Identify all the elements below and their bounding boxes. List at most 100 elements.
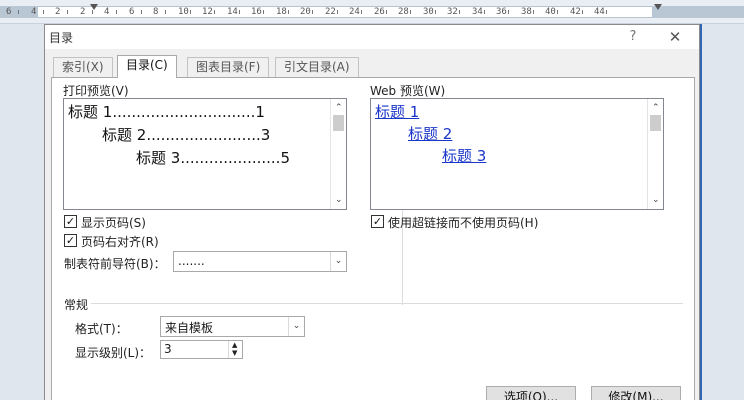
show-page-numbers-label: 显示页码(S)	[81, 216, 146, 230]
ruler-tick	[557, 10, 558, 14]
general-heading: 常规	[64, 298, 89, 312]
scroll-down-icon[interactable]: ⌄	[652, 195, 660, 205]
tab-index[interactable]: 索引(X)	[53, 57, 113, 77]
dialog-title: 目录	[49, 31, 74, 45]
print-preview-line-2: 标题 2........................3	[102, 126, 271, 144]
ruler: 6 4 2 2 4 6 8 10 12 14 16 18 20 22 24 26 28 30 32 34 36 38 40 4…	[0, 0, 744, 24]
ruler-tick	[190, 10, 191, 14]
tab-figure-list[interactable]: 图表目录(F)	[187, 57, 270, 77]
tab-leader-value: .......	[178, 254, 205, 268]
ruler-number: 14	[227, 7, 238, 17]
ruler-number: 36	[496, 7, 507, 17]
scroll-up-icon[interactable]: ⌃	[652, 103, 660, 113]
ruler-tick	[337, 10, 338, 14]
ruler-number: 6	[129, 7, 135, 17]
ruler-tick	[239, 10, 240, 14]
ruler-tick	[141, 10, 142, 14]
close-button[interactable]: ✕	[665, 27, 685, 47]
ruler-tick	[214, 10, 215, 14]
ruler-number: 32	[447, 7, 458, 17]
ruler-tick	[361, 10, 362, 14]
ruler-number: 38	[521, 7, 532, 17]
stepper-down-icon[interactable]: ▼	[232, 350, 237, 357]
print-preview-scrollbar[interactable]: ⌃ ⌄	[330, 99, 346, 209]
ruler-number: 24	[349, 7, 360, 17]
stepper-arrows[interactable]: ▲ ▼	[228, 341, 242, 358]
levels-value: 3	[164, 342, 172, 356]
ruler-tick	[435, 10, 436, 14]
web-preview-scrollbar[interactable]: ⌃ ⌄	[647, 99, 663, 209]
tab-leader-select[interactable]: ....... ⌄	[173, 251, 347, 272]
web-preview-link-3[interactable]: 标题 3	[442, 145, 486, 166]
ruler-tick	[386, 10, 387, 14]
tab-toc[interactable]: 目录(C)	[117, 55, 177, 78]
ruler-tick	[533, 10, 534, 14]
web-preview-label: Web 预览(W)	[370, 84, 446, 98]
ruler-number: 20	[300, 7, 311, 17]
ruler-tick	[312, 10, 313, 14]
ruler-number: 10	[178, 7, 189, 17]
chevron-down-icon[interactable]: ⌄	[288, 317, 304, 336]
ruler-number: 12	[202, 7, 213, 17]
ruler-tick	[288, 10, 289, 14]
ruler-tick	[43, 10, 44, 14]
ruler-margin-right	[652, 6, 744, 18]
print-preview-line-1: 标题 1..............................1	[68, 103, 265, 121]
stepper-up-icon[interactable]: ▲	[232, 342, 237, 349]
web-preview-box: 标题 1 标题 2 标题 3 ⌃ ⌄	[370, 98, 664, 210]
general-group-line	[91, 303, 683, 304]
ruler-tick	[18, 10, 19, 14]
format-select[interactable]: 来自模板 ⌄	[160, 316, 305, 337]
web-preview-link-1[interactable]: 标题 1	[375, 101, 419, 122]
use-hyperlinks-checkbox[interactable]: ✓	[371, 215, 384, 228]
ruler-number: 2	[55, 7, 61, 17]
document-area-right	[700, 24, 744, 400]
levels-stepper[interactable]: 3 ▲ ▼	[160, 340, 243, 359]
ruler-number: 4	[31, 7, 37, 17]
scroll-thumb[interactable]	[650, 115, 661, 131]
ruler-number: 6	[6, 7, 12, 17]
scroll-up-icon[interactable]: ⌃	[335, 103, 343, 113]
show-page-numbers-checkbox[interactable]: ✓	[64, 215, 77, 228]
print-preview-box: 标题 1..............................1 标题 2…	[63, 98, 347, 210]
ruler-number: 2	[80, 7, 86, 17]
ruler-number: 22	[325, 7, 336, 17]
document-area-left	[0, 24, 44, 400]
first-line-indent-marker[interactable]	[90, 4, 98, 10]
ruler-tick	[67, 10, 68, 14]
format-label: 格式(T)：	[75, 322, 128, 336]
ruler-number: 28	[398, 7, 409, 17]
ruler-tick	[165, 10, 166, 14]
ruler-tick	[508, 10, 509, 14]
ruler-number: 26	[374, 7, 385, 17]
chevron-down-icon[interactable]: ⌄	[330, 252, 346, 271]
dialog-titlebar: 目录 ? ✕	[45, 25, 699, 49]
print-preview-label: 打印预览(V)	[63, 84, 129, 98]
ruler-number: 42	[570, 7, 581, 17]
tab-citation-list[interactable]: 引文目录(A)	[275, 57, 359, 77]
ruler-number: 34	[472, 7, 483, 17]
scroll-thumb[interactable]	[333, 115, 344, 131]
use-hyperlinks-label: 使用超链接而不使用页码(H)	[388, 216, 539, 230]
ruler-number: 44	[594, 7, 605, 17]
right-align-label: 页码右对齐(R)	[81, 235, 159, 249]
right-align-checkbox[interactable]: ✓	[64, 234, 77, 247]
ruler-tick	[484, 10, 485, 14]
ruler-tick	[263, 10, 264, 14]
toc-dialog: 目录 ? ✕ 索引(X) 目录(C) 图表目录(F) 引文目录(A) 打印预览(…	[44, 24, 700, 400]
web-preview-link-2[interactable]: 标题 2	[408, 123, 452, 144]
print-preview-line-3: 标题 3.....................5	[136, 149, 290, 167]
ruler-tick	[582, 10, 583, 14]
ruler-number: 4	[104, 7, 110, 17]
scroll-down-icon[interactable]: ⌄	[335, 195, 343, 205]
ruler-tick	[606, 10, 607, 14]
options-button[interactable]: 选项(O)...	[486, 386, 576, 400]
tab-leader-label: 制表符前导符(B)：	[64, 257, 166, 271]
help-button[interactable]: ?	[623, 27, 643, 47]
right-indent-marker[interactable]	[654, 4, 662, 10]
ruler-tick	[116, 10, 117, 14]
levels-label: 显示级别(L)：	[75, 346, 152, 360]
modify-button[interactable]: 修改(M)...	[591, 386, 681, 400]
ruler-number: 18	[276, 7, 287, 17]
ruler-tick	[92, 10, 93, 14]
